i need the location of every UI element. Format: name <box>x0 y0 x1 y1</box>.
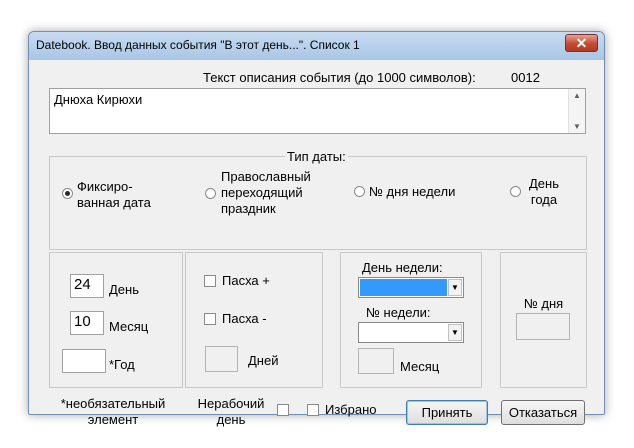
radio-fixed-date-label-line1: Фиксиро- <box>77 179 133 194</box>
dialog-window: Datebook. Ввод данных события "В этот де… <box>28 31 605 427</box>
radio-orthodox-holiday-label-line3: праздник <box>221 201 276 216</box>
radio-orthodox-holiday-label-line1: Православный <box>221 169 311 184</box>
title-bar[interactable]: Datebook. Ввод данных события "В этот де… <box>29 32 604 60</box>
radio-weekday-number-label: № дня недели <box>369 184 456 199</box>
easter-plus-label: Пасха + <box>222 273 270 288</box>
month-input-value: 10 <box>74 313 91 330</box>
weekday-label: День недели: <box>362 260 443 275</box>
day-label: День <box>109 282 139 297</box>
week-number-select[interactable]: ▼ <box>358 322 464 343</box>
easter-minus-checkbox[interactable] <box>204 313 216 325</box>
accept-button[interactable]: Принять <box>406 400 488 425</box>
description-scrollbar[interactable]: ▲ ▼ <box>568 89 585 133</box>
description-label: Текст описания события (до 1000 символов… <box>203 70 476 85</box>
day-input[interactable]: 24 <box>70 274 104 298</box>
day-input-value: 24 <box>74 276 91 293</box>
month-label: Месяц <box>109 319 149 334</box>
cancel-button[interactable]: Отказаться <box>501 400 585 425</box>
close-icon: ✕ <box>575 34 588 51</box>
scroll-down-icon[interactable]: ▼ <box>573 122 581 131</box>
dialog-body: Текст описания события (до 1000 символов… <box>35 60 598 427</box>
nonworking-day-label-line1: Нерабочий <box>197 396 265 411</box>
nonworking-day-label: Нерабочий день <box>193 396 269 428</box>
easter-days-input[interactable] <box>205 346 238 372</box>
favorite-checkbox[interactable] <box>307 404 319 416</box>
optional-note: *необязательный элемент <box>49 396 177 428</box>
radio-day-of-year-label: День года <box>519 176 569 208</box>
day-of-year-input[interactable] <box>516 313 570 340</box>
radio-fixed-date-label: Фиксиро- ванная дата <box>77 179 151 211</box>
chevron-down-icon[interactable]: ▼ <box>448 279 462 296</box>
radio-day-of-year-label-line2: года <box>530 192 558 207</box>
radio-fixed-date[interactable] <box>62 188 73 199</box>
favorite-label: Избрано <box>325 402 377 417</box>
weekday-select-highlight <box>360 279 447 296</box>
radio-orthodox-holiday[interactable] <box>205 188 216 199</box>
optional-note-line2: элемент <box>87 412 139 427</box>
weekday-select[interactable]: ▼ <box>358 277 464 298</box>
date-type-legend: Тип даты: <box>285 149 348 164</box>
easter-plus-checkbox[interactable] <box>204 275 216 287</box>
scroll-up-icon[interactable]: ▲ <box>573 91 581 100</box>
description-text: Днюха Кирюхи <box>54 92 143 107</box>
nonworking-day-checkbox[interactable] <box>277 404 289 416</box>
day-of-year-label: № дня <box>523 296 564 311</box>
radio-fixed-date-label-line2: ванная дата <box>77 195 151 210</box>
year-input[interactable] <box>62 349 106 373</box>
description-textarea[interactable]: Днюха Кирюхи ▲ ▼ <box>49 88 586 134</box>
year-label: *Год <box>109 357 135 372</box>
weekday-month-label: Месяц <box>400 359 440 374</box>
chevron-down-icon[interactable]: ▼ <box>448 324 462 341</box>
weekday-month-input[interactable] <box>358 348 394 374</box>
radio-weekday-number[interactable] <box>354 186 365 197</box>
window-title: Datebook. Ввод данных события "В этот де… <box>36 38 360 52</box>
month-input[interactable]: 10 <box>70 311 104 335</box>
radio-orthodox-holiday-label: Православный переходящий праздник <box>221 169 311 217</box>
easter-minus-label: Пасха - <box>222 311 267 326</box>
radio-orthodox-holiday-label-line2: переходящий <box>221 185 303 200</box>
optional-note-line1: *необязательный <box>60 396 166 411</box>
character-counter: 0012 <box>511 70 540 85</box>
radio-day-of-year-label-line1: День <box>529 176 559 191</box>
nonworking-day-label-line2: день <box>216 412 246 427</box>
week-number-label: № недели: <box>366 305 431 320</box>
close-button[interactable]: ✕ <box>565 34 598 52</box>
easter-days-label: Дней <box>248 353 279 368</box>
